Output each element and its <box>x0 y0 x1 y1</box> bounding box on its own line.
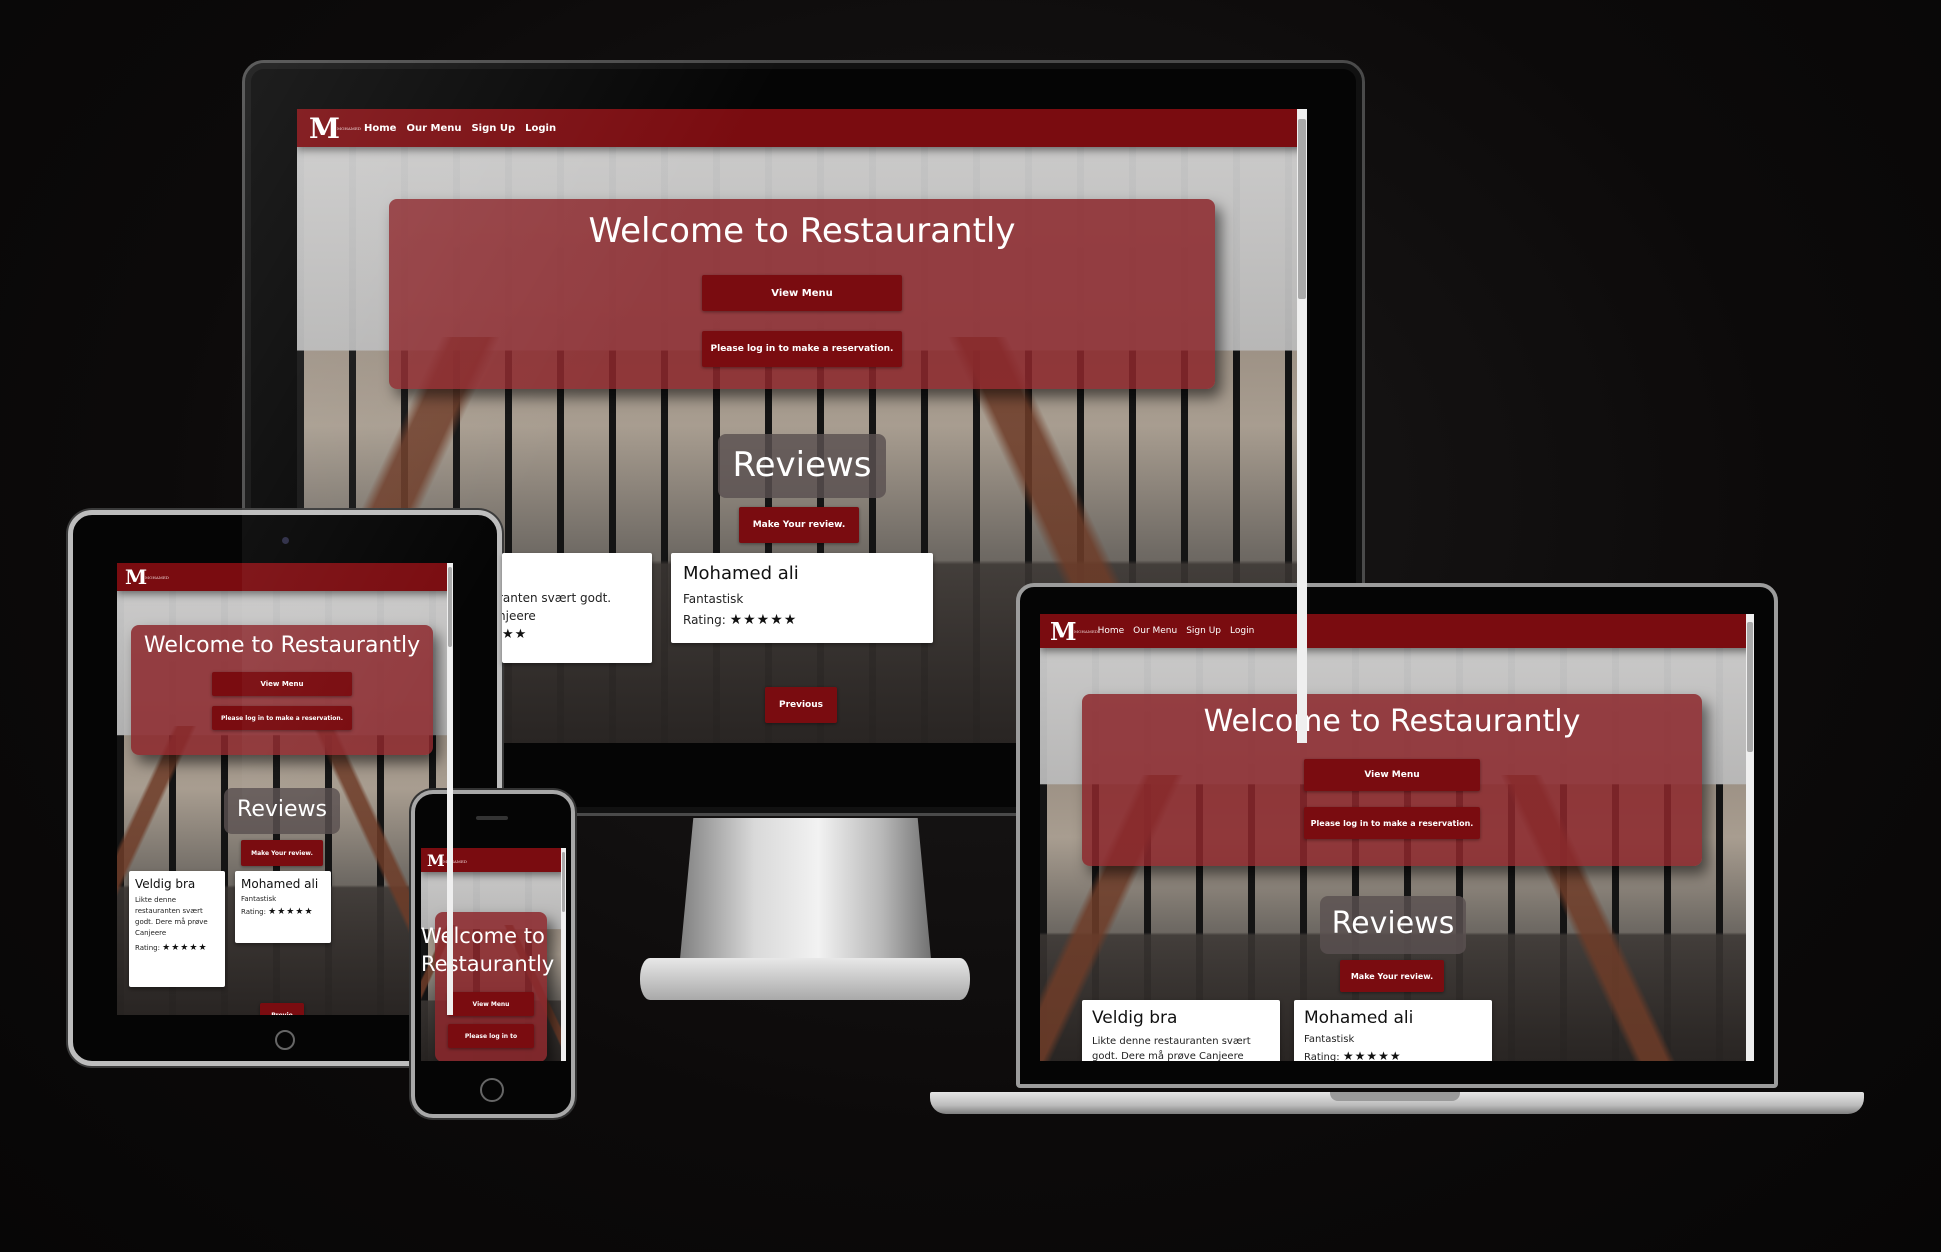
device-mockup-stage: M MOHAMED Home Our Menu Sign Up Login Wel… <box>0 0 1941 1252</box>
website: M MOHAMED Welcome to Restaurantly View Men… <box>421 848 566 1061</box>
nav-link-home[interactable]: Home <box>1098 626 1125 636</box>
reviews-heading: Reviews <box>224 788 340 834</box>
login-to-reserve-button[interactable]: Please log in to make a reservation. <box>702 331 902 367</box>
website: M MOHAMED Welcome to Restaurantly View Me… <box>117 563 453 1015</box>
review-text: Likte denne restauranten svært godt. Der… <box>135 896 208 937</box>
reviews-heading: Reviews <box>718 434 886 498</box>
rating-stars: ★★ <box>502 627 528 642</box>
rating-stars: ★★★★★ <box>268 907 314 917</box>
nav-link-our-menu[interactable]: Our Menu <box>406 123 461 134</box>
rating-stars: ★★★★★ <box>729 612 798 628</box>
review-text: Likte denne restauranten svært godt. Der… <box>1092 1036 1251 1061</box>
hero-title: Welcome to Restaurantly <box>1203 704 1581 739</box>
laptop-notch <box>1330 1092 1460 1101</box>
brand-logo[interactable]: M MOHAMED <box>427 851 467 870</box>
login-to-reserve-button[interactable]: Please log in to make a reservation. <box>1304 807 1480 839</box>
review-title: Veldig bra <box>1092 1008 1178 1028</box>
view-menu-button[interactable]: View Menu <box>702 275 902 311</box>
nav-link-sign-up[interactable]: Sign Up <box>471 123 515 134</box>
make-review-button[interactable]: Make Your review. <box>1340 960 1444 992</box>
make-review-button[interactable]: Make Your review. <box>739 507 859 543</box>
login-to-reserve-button[interactable]: Please log in to make a reservation. <box>212 706 352 730</box>
nav-link-our-menu[interactable]: Our Menu <box>1133 626 1177 636</box>
scrollbar[interactable] <box>1297 109 1307 743</box>
review-card: ranten svært godt. njeere ★★ <box>502 553 652 663</box>
nav-link-login[interactable]: Login <box>525 123 556 134</box>
rating-stars: ★★★★★ <box>162 943 208 953</box>
hero-title: Welcome to Restaurantly <box>143 633 421 658</box>
brand-logo[interactable]: M MOHAMED <box>1050 617 1098 646</box>
review-title: Mohamed ali <box>1304 1008 1414 1028</box>
hero-title: Welcome to Restaurantly <box>588 211 1016 251</box>
review-title: Mohamed ali <box>683 563 799 584</box>
scrollbar[interactable] <box>561 848 566 1061</box>
tablet-camera <box>282 537 289 544</box>
nav-link-login[interactable]: Login <box>1230 626 1254 636</box>
review-title: Mohamed ali <box>241 877 319 891</box>
navbar: M MOHAMED <box>421 848 566 872</box>
rating-stars: ★★★★★ <box>1342 1049 1402 1061</box>
navbar: M MOHAMED Home Our Menu Sign Up Login <box>297 109 1307 147</box>
review-card: Veldig bra Likte denne restauranten svær… <box>1082 1000 1280 1061</box>
reviews-heading: Reviews <box>1320 896 1466 954</box>
phone-screen: M MOHAMED Welcome to Restaurantly View Men… <box>421 848 566 1061</box>
view-menu-button[interactable]: View Menu <box>448 992 534 1016</box>
nav-link-sign-up[interactable]: Sign Up <box>1186 626 1221 636</box>
brand-logo[interactable]: M MOHAMED <box>309 112 361 145</box>
website: M MOHAMED Home Our Menu Sign Up Login Wel… <box>1040 614 1754 1061</box>
monitor-stand <box>678 818 933 980</box>
hero-title: Welcome to Restaurantly <box>421 924 555 976</box>
review-card: Mohamed ali Fantastisk Rating: ★★★★★ <box>671 553 933 643</box>
review-text: Fantastisk <box>241 895 277 903</box>
review-card: Mohamed ali Fantastisk Rating: ★★★★★ <box>1294 1000 1492 1061</box>
review-text: Fantastisk <box>683 592 744 606</box>
review-card: Mohamed ali Fantastisk Rating: ★★★★★ <box>235 871 331 943</box>
view-menu-button[interactable]: View Menu <box>212 672 352 696</box>
previous-button[interactable]: Previo <box>260 1003 304 1015</box>
view-menu-button[interactable]: View Menu <box>1304 759 1480 791</box>
login-to-reserve-button[interactable]: Please log in to <box>448 1024 534 1048</box>
navbar: M MOHAMED Home Our Menu Sign Up Login <box>1040 614 1754 648</box>
navbar: M MOHAMED <box>117 563 453 591</box>
review-title: Veldig bra <box>135 877 196 891</box>
tablet-screen: M MOHAMED Welcome to Restaurantly View Me… <box>117 563 453 1015</box>
hero-banner: Welcome to Restaurantly View Menu Please… <box>1082 694 1702 866</box>
phone-speaker <box>476 816 508 820</box>
laptop-screen: M MOHAMED Home Our Menu Sign Up Login Wel… <box>1040 614 1754 1061</box>
review-text: Fantastisk <box>1304 1034 1355 1045</box>
make-review-button[interactable]: Make Your review. <box>241 840 323 866</box>
hero-banner: Welcome to Restaurantly View Menu Please… <box>389 199 1215 389</box>
previous-button[interactable]: Previous <box>765 687 837 723</box>
nav-link-home[interactable]: Home <box>364 123 396 134</box>
scrollbar[interactable] <box>447 563 453 1015</box>
scrollbar[interactable] <box>1746 614 1754 1061</box>
brand-logo[interactable]: M MOHAMED <box>125 565 169 589</box>
review-card: Veldig bra Likte denne restauranten svær… <box>129 871 225 987</box>
tablet-home-button <box>275 1030 295 1050</box>
hero-banner: Welcome to Restaurantly View Menu Please… <box>131 625 433 755</box>
monitor-stand-base <box>640 958 970 1000</box>
phone-home-button <box>480 1078 504 1102</box>
